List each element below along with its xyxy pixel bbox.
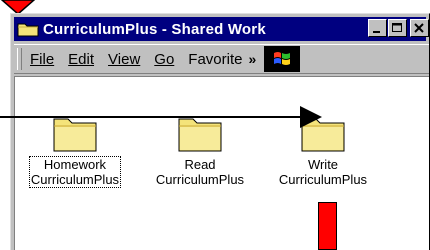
folder-name-line2: CurriculumPlus bbox=[155, 172, 245, 187]
folder-icon bbox=[53, 118, 97, 152]
menu-favorites[interactable]: Favorite bbox=[188, 51, 242, 68]
toolbar-grip[interactable] bbox=[17, 48, 22, 70]
annotation-pointer-line bbox=[0, 116, 300, 118]
folder-label: Write CurriculumPlus bbox=[278, 157, 368, 187]
menu-view-label: View bbox=[108, 50, 141, 68]
menu-view[interactable]: View bbox=[108, 51, 140, 68]
menu-file[interactable]: File bbox=[30, 51, 54, 68]
folder-label: Read CurriculumPlus bbox=[155, 157, 245, 187]
close-icon bbox=[414, 23, 424, 33]
menu-file-label: File bbox=[30, 50, 55, 68]
menu-bar: File Edit View Go Favorite » bbox=[14, 44, 429, 74]
close-button[interactable] bbox=[410, 19, 429, 37]
explorer-window: CurriculumPlus - Shared Work File Edit V… bbox=[10, 13, 430, 250]
folder-icon bbox=[178, 118, 222, 152]
menu-edit[interactable]: Edit bbox=[68, 51, 94, 68]
folder-name-line2: CurriculumPlus bbox=[30, 172, 120, 187]
folder-item-homework[interactable]: Homework CurriculumPlus bbox=[15, 113, 135, 189]
minimize-button[interactable] bbox=[368, 19, 387, 37]
folder-view[interactable]: Homework CurriculumPlus Read CurriculumP… bbox=[14, 76, 429, 250]
maximize-icon bbox=[392, 23, 402, 32]
maximize-button[interactable] bbox=[388, 19, 407, 37]
menu-go-label: Go bbox=[154, 50, 175, 68]
menu-edit-label: Edit bbox=[68, 50, 95, 68]
folder-icon bbox=[17, 23, 39, 37]
window-controls bbox=[367, 19, 429, 37]
folder-name-line1: Homework bbox=[43, 157, 107, 172]
windows-logo-icon bbox=[274, 52, 291, 65]
folder-label: Homework CurriculumPlus bbox=[28, 156, 122, 188]
folder-name-line1: Write bbox=[307, 157, 339, 172]
folder-name-line1: Read bbox=[184, 157, 216, 172]
folder-name-line2: CurriculumPlus bbox=[278, 172, 368, 187]
minimize-icon bbox=[373, 31, 380, 33]
window-title: CurriculumPlus - Shared Work bbox=[43, 20, 266, 38]
menu-overflow-chevron[interactable]: » bbox=[248, 51, 256, 67]
annotation-red-bar bbox=[318, 202, 337, 250]
annotation-arrowhead-icon bbox=[300, 106, 322, 128]
windows-logo bbox=[264, 46, 301, 72]
title-bar[interactable]: CurriculumPlus - Shared Work bbox=[14, 17, 429, 41]
menu-go[interactable]: Go bbox=[154, 51, 174, 68]
folder-item-read[interactable]: Read CurriculumPlus bbox=[140, 113, 260, 189]
